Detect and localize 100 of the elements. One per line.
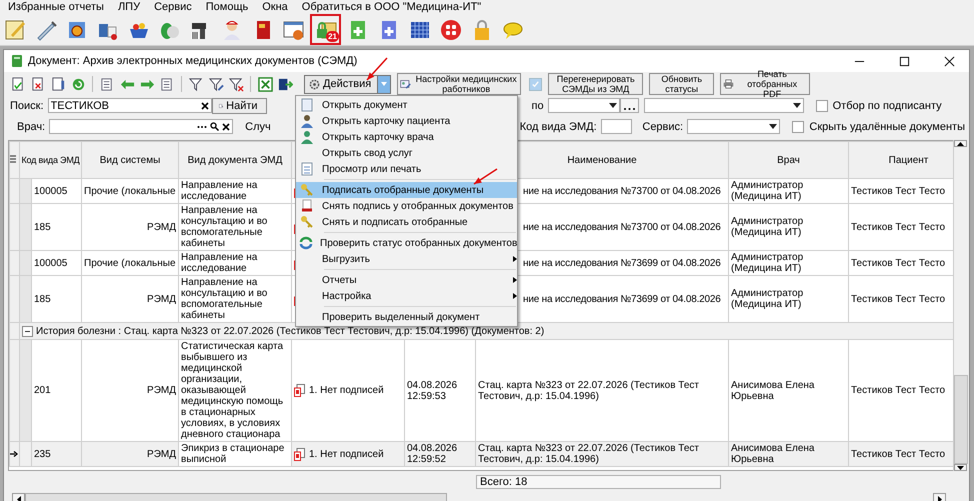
horizontal-scrollbar[interactable] — [12, 493, 946, 501]
filter-icon — [188, 76, 204, 92]
checkbox[interactable] — [792, 120, 804, 132]
vertical-scrollbar[interactable] — [953, 140, 968, 471]
field-label: Сервис: — [642, 120, 684, 132]
left-arrow-icon[interactable] — [16, 496, 20, 501]
table-cell: Администратор (Медицина ИТ) — [728, 178, 848, 204]
collapse-toggle[interactable] — [22, 326, 33, 336]
window-title: Документ: Архив электронных медицинских документов (СЭМД) — [28, 55, 358, 67]
table-cell: Прочие (локальные — [82, 250, 178, 276]
document-check-icon — [10, 76, 26, 92]
key-icon — [300, 183, 314, 197]
dropdown-button[interactable] — [377, 76, 390, 92]
column-header[interactable]: Вид документа ЭМД — [178, 142, 292, 178]
close-icon — [944, 56, 954, 66]
menu-item[interactable]: Обратиться в ООО "Медицина-ИТ" — [302, 1, 482, 13]
menu-item[interactable]: Избранные отчеты — [8, 1, 104, 13]
menu-item[interactable]: Подписать отобранные документы — [296, 182, 517, 198]
menu-item[interactable]: Открыть документ — [296, 97, 517, 113]
toolbar-button[interactable]: Перегенерировать СЭМДы из ЭМД — [548, 73, 644, 95]
notepad-icon — [2, 18, 26, 42]
status-text: 1. Нет подписей — [309, 385, 384, 396]
toolbar-button[interactable]: Обновить статусы — [649, 73, 714, 95]
maximize-icon — [898, 56, 910, 66]
table-cell: Анисимова Елена Юрьевна — [728, 442, 848, 466]
table-cell: 100005 — [32, 250, 82, 276]
submenu-arrow-icon — [513, 277, 517, 283]
checkbox[interactable] — [816, 100, 828, 112]
document-icon — [300, 98, 314, 112]
printer-icon — [723, 77, 734, 91]
refresh-icon — [70, 76, 86, 92]
gear-icon — [309, 78, 320, 90]
table-cell: 04.08.2026 12:59:52 — [404, 442, 476, 466]
menu-item[interactable]: Помощь — [206, 1, 248, 13]
annotation-arrow — [474, 168, 498, 185]
person-icon — [300, 114, 314, 128]
toolbar-button[interactable]: 21 — [310, 14, 341, 45]
more-icon[interactable] — [197, 124, 208, 128]
doctor-field[interactable] — [49, 119, 234, 134]
menu-item[interactable]: Сервис — [154, 1, 192, 13]
table-cell: РЭМД — [82, 442, 178, 466]
down-arrow-icon[interactable] — [957, 466, 964, 470]
document-cross-icon — [30, 76, 46, 92]
annotation-arrow — [366, 58, 388, 80]
find-button[interactable]: Найти — [212, 98, 267, 114]
right-arrow-icon[interactable] — [938, 496, 942, 501]
menu-item[interactable]: Открыть карточку пациента — [296, 113, 517, 129]
field-label: Врач: — [17, 120, 46, 132]
table-cell: Направление на консультацию и во вспомогательные кабинеты — [178, 204, 292, 250]
document-remove-icon — [300, 199, 314, 213]
submenu-arrow-icon — [513, 293, 517, 299]
export-icon — [278, 76, 292, 92]
table-cell: Прочие (локальные — [82, 178, 178, 204]
table-cell: Стац. карта №323 от 22.07.2026 (Тестиков Тест Тестович, д.р: 15.04.1996) — [476, 442, 728, 466]
clear-icon[interactable] — [222, 122, 230, 130]
status-text: 1. Нет подписей — [309, 448, 384, 460]
caret-icon — [769, 124, 778, 129]
refresh-icon — [299, 236, 313, 250]
menu-item[interactable]: ЛПУ — [118, 1, 140, 13]
current-row-icon — [10, 450, 18, 456]
table-cell: Направление на исследование — [178, 250, 292, 276]
table-cell: Направление на исследование — [178, 178, 292, 204]
menu-item[interactable]: Окна — [262, 1, 288, 13]
caret-icon — [608, 103, 617, 108]
toolbar-button[interactable]: Настройки медицинских работников — [397, 73, 522, 95]
column-chooser-icon[interactable] — [10, 154, 16, 162]
search-icon[interactable] — [210, 122, 220, 131]
toolbar-button[interactable]: Печать отобранных PDF — [720, 73, 810, 95]
list-icon — [160, 76, 174, 92]
filter-edit-icon — [208, 76, 224, 92]
field-label: Поиск: — [10, 100, 44, 112]
column-header[interactable]: Пациент — [848, 142, 953, 178]
list-icon — [100, 76, 114, 92]
table-cell: Тестиков Тест Тесто — [848, 442, 953, 466]
more-button[interactable] — [620, 98, 639, 113]
filter-clear-icon — [228, 76, 244, 92]
total-count: Всего: 18 — [476, 475, 721, 489]
caret-icon — [792, 103, 801, 108]
table-cell: РЭМД — [82, 204, 178, 250]
up-arrow-icon[interactable] — [957, 142, 964, 146]
column-header[interactable]: Вид системы — [82, 142, 178, 178]
search-input[interactable]: ТЕСТИКОВ — [50, 100, 198, 112]
document-icon — [50, 76, 66, 92]
key-icon — [300, 215, 314, 229]
clear-icon[interactable] — [200, 102, 209, 110]
table-cell: 235 — [32, 442, 82, 466]
field-label: по — [532, 100, 544, 112]
column-header[interactable]: Код вида ЭМД — [20, 142, 82, 178]
checkbox-label: Скрыть удалённые документы — [809, 120, 965, 132]
person-icon — [300, 130, 314, 144]
menu-item[interactable]: Снять и подписать отобранные — [296, 214, 517, 230]
field-label: Случ — [245, 120, 271, 132]
code-field[interactable] — [600, 119, 632, 134]
table-cell: Администратор (Медицина ИТ) — [728, 250, 848, 276]
document-icon — [300, 162, 314, 176]
column-header[interactable]: Врач — [728, 142, 848, 178]
table-cell: Администратор (Медицина ИТ) — [728, 204, 848, 250]
search-field[interactable]: ТЕСТИКОВ — [48, 98, 212, 113]
count-badge: 21 — [326, 31, 339, 42]
book-icon — [11, 55, 23, 67]
